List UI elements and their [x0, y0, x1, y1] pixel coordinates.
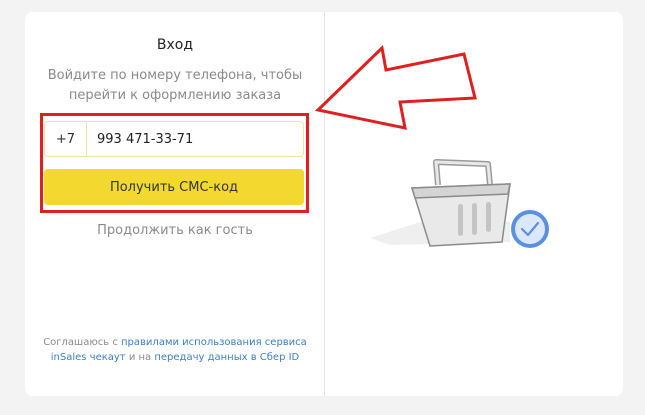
- sber-id-data-link[interactable]: передачу данных в Сбер ID: [154, 352, 299, 363]
- continue-as-guest-link[interactable]: Продолжить как гость: [25, 223, 325, 238]
- page-title: Вход: [156, 37, 194, 53]
- check-badge-icon: [511, 210, 549, 248]
- shopping-basket-icon: [370, 159, 549, 248]
- highlight-box: [40, 113, 309, 213]
- login-subtitle: Войдите по номеру телефона, чтобы перейт…: [47, 68, 303, 103]
- consent-text-part1: Соглашаюсь с: [43, 337, 122, 348]
- consent-text-part2: и на: [125, 352, 155, 363]
- red-arrow-icon: [314, 44, 477, 130]
- consent-text: Соглашаюсь с правилами использования сер…: [40, 335, 310, 365]
